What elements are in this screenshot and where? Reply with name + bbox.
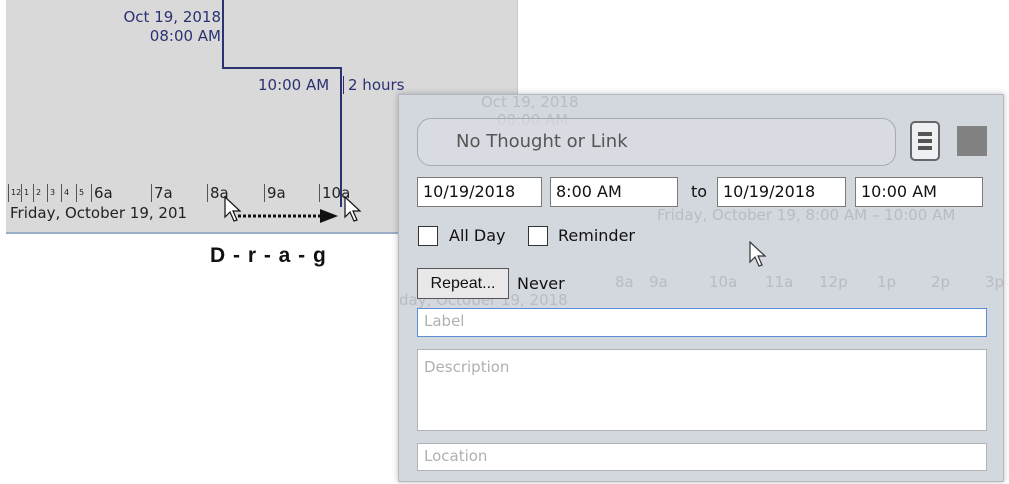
- ruler-tick: 1: [21, 184, 29, 202]
- start-time-field[interactable]: 8:00 AM: [550, 177, 678, 207]
- event-start-time: 08:00 AM: [149, 27, 221, 45]
- reminder-label: Reminder: [558, 226, 635, 245]
- background-tick: 1p: [877, 273, 897, 291]
- repeat-value: Never: [517, 274, 565, 293]
- all-day-label: All Day: [449, 226, 506, 245]
- event-connector-line: [222, 67, 342, 69]
- background-event-range: Friday, October 19, 8:00 AM – 10:00 AM: [657, 206, 956, 224]
- ruler-tick: 6a: [91, 184, 113, 202]
- all-day-checkbox[interactable]: [418, 226, 438, 246]
- event-editor-panel: Oct 19, 2018 08:00 AM Friday, October 19…: [398, 94, 1004, 482]
- thought-link-field[interactable]: No Thought or Link: [417, 118, 896, 166]
- mouse-pointer-icon: [749, 241, 767, 267]
- ruler-tick: 4: [61, 184, 69, 202]
- drag-caption: D - r - a - g: [210, 244, 327, 267]
- end-date-field[interactable]: 10/19/2018: [717, 177, 846, 207]
- background-tick: 11a: [765, 273, 794, 291]
- background-tick: 3p: [985, 273, 1004, 291]
- ruler-tick: 5: [76, 184, 84, 202]
- background-tick: 9a: [649, 273, 668, 291]
- color-square-button[interactable]: [957, 126, 987, 156]
- label-input[interactable]: Label: [417, 308, 987, 337]
- background-tick: 10a: [709, 273, 738, 291]
- location-input[interactable]: Location: [417, 443, 987, 471]
- day-label: Friday, October 19, 201: [10, 204, 188, 222]
- thought-placeholder: No Thought or Link: [456, 131, 628, 152]
- event-start-line: [222, 0, 224, 68]
- to-label: to: [691, 182, 708, 201]
- drag-arrow-icon: [238, 209, 338, 223]
- ruler-tick: 2: [33, 184, 41, 202]
- background-tick: 12p: [819, 273, 848, 291]
- start-date-field[interactable]: 10/19/2018: [417, 177, 542, 207]
- background-tick: 2p: [931, 273, 951, 291]
- mouse-pointer-icon: [344, 196, 362, 222]
- ruler-tick: 3: [47, 184, 55, 202]
- ruler-tick: 9a: [264, 184, 286, 202]
- ruler-tick: 12: [8, 184, 21, 202]
- reminder-checkbox[interactable]: [528, 226, 548, 246]
- ruler-tick: 7a: [151, 184, 173, 202]
- mouse-pointer-icon: [224, 196, 242, 222]
- list-view-icon[interactable]: [910, 121, 940, 161]
- background-tick: 8a: [615, 273, 634, 291]
- event-duration: 2 hours: [343, 76, 404, 94]
- event-start-date: Oct 19, 2018: [123, 8, 222, 26]
- description-input[interactable]: Description: [417, 349, 987, 431]
- end-time-field[interactable]: 10:00 AM: [855, 177, 983, 207]
- event-end-time: 10:00 AM: [258, 76, 330, 94]
- repeat-button[interactable]: Repeat...: [417, 268, 509, 299]
- background-date: Oct 19, 2018: [481, 94, 579, 111]
